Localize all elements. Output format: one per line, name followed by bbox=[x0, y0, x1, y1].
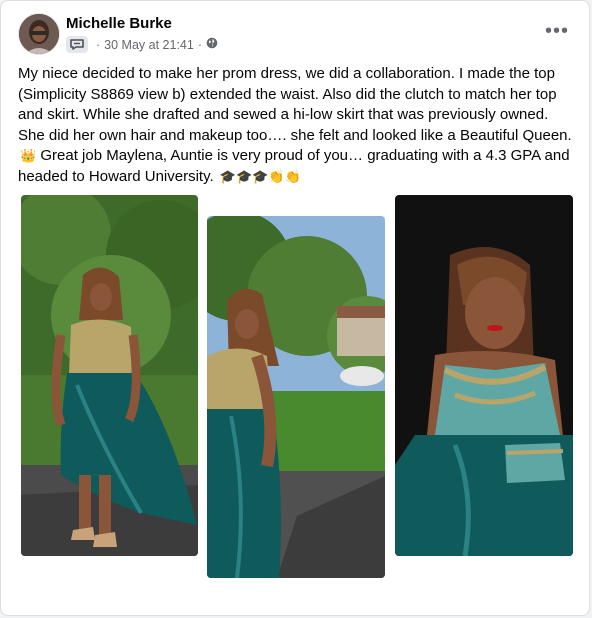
post-body-text: My niece decided to make her prom dress,… bbox=[18, 65, 572, 144]
trailing-emojis: 🎓🎓🎓👏👏 bbox=[219, 168, 301, 184]
globe-icon[interactable] bbox=[206, 37, 218, 52]
post-meta: · 30 May at 21:41 · bbox=[66, 36, 218, 53]
meta-separator: · bbox=[96, 37, 101, 52]
post-body: My niece decided to make her prom dress,… bbox=[18, 64, 578, 187]
post-photo-2[interactable] bbox=[207, 216, 385, 578]
post-photo-3[interactable] bbox=[395, 195, 573, 556]
crown-emoji: 👑 bbox=[20, 148, 37, 163]
meta-separator: · bbox=[197, 37, 202, 52]
post-card: Michelle Burke · 30 May at 21:41 · ••• M… bbox=[0, 0, 590, 616]
more-options-icon[interactable]: ••• bbox=[541, 19, 573, 43]
author-avatar[interactable] bbox=[18, 13, 60, 55]
author-name[interactable]: Michelle Burke bbox=[66, 15, 172, 32]
post-photo-1[interactable] bbox=[21, 195, 198, 556]
message-badge-icon[interactable] bbox=[66, 36, 88, 53]
post-timestamp[interactable]: 30 May at 21:41 bbox=[104, 38, 194, 52]
